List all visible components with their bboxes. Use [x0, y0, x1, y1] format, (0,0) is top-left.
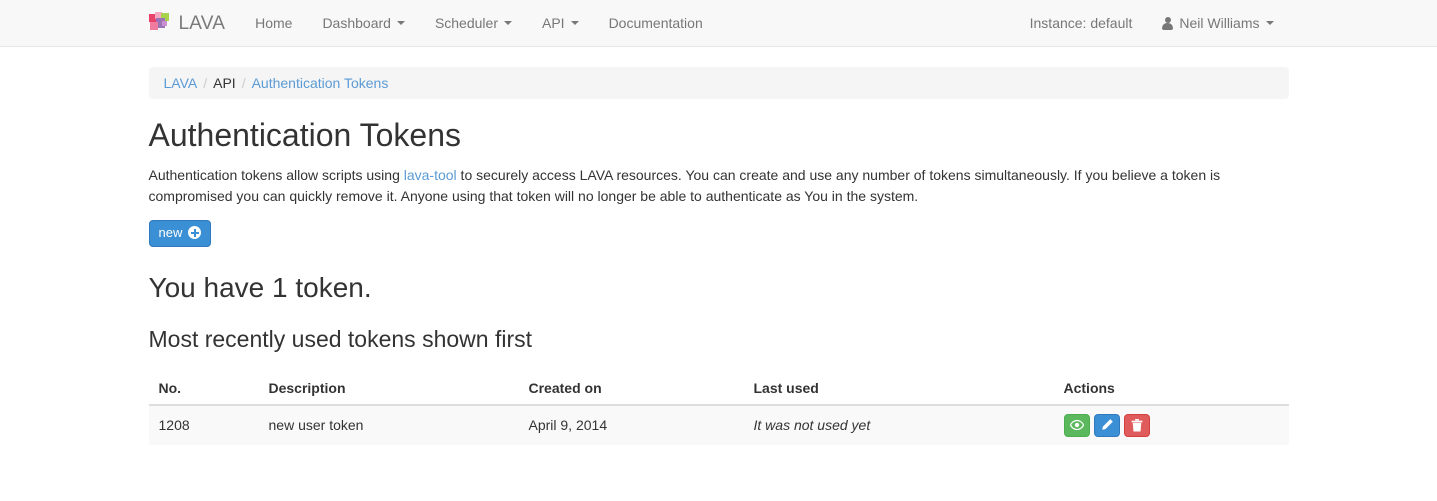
chevron-down-icon: [1266, 21, 1274, 25]
nav-item-api[interactable]: API: [527, 0, 594, 46]
nav-item-scheduler-label: Scheduler: [435, 15, 498, 31]
breadcrumb-item-authentication-tokens[interactable]: Authentication Tokens: [252, 75, 389, 91]
brand-label: LAVA: [179, 14, 226, 33]
view-token-button[interactable]: [1064, 414, 1090, 437]
description-text-before: Authentication tokens allow scripts usin…: [149, 167, 404, 183]
column-header-actions: Actions: [1054, 372, 1289, 405]
column-header-last-used: Last used: [744, 372, 1054, 405]
tokens-table-header-row: No. Description Created on Last used Act…: [149, 372, 1289, 405]
user-menu[interactable]: Neil Williams: [1147, 0, 1288, 46]
tokens-table-head: No. Description Created on Last used Act…: [149, 372, 1289, 405]
nav-item-home-label: Home: [255, 15, 292, 31]
token-count-title: You have 1 token.: [149, 273, 1289, 304]
lava-logo-icon: [149, 12, 171, 34]
new-token-button-label: new: [159, 225, 183, 241]
table-row: 1208 new user token April 9, 2014 It was…: [149, 405, 1289, 445]
page-title: Authentication Tokens: [149, 118, 1289, 153]
user-icon: [1162, 17, 1173, 30]
plus-circle-icon: [188, 226, 201, 239]
nav-item-dashboard[interactable]: Dashboard: [307, 0, 420, 46]
cell-token-created-on: April 9, 2014: [519, 405, 744, 445]
chevron-down-icon: [397, 21, 405, 25]
pencil-icon: [1100, 419, 1113, 432]
nav-item-dashboard-label: Dashboard: [322, 15, 391, 31]
action-button-group: [1064, 414, 1281, 437]
cell-token-actions: [1054, 405, 1289, 445]
column-header-description: Description: [259, 372, 519, 405]
nav-item-documentation[interactable]: Documentation: [594, 0, 718, 46]
breadcrumb-item-api: API: [213, 75, 236, 91]
breadcrumb-separator: /: [236, 75, 252, 91]
page-container: LAVA / API / Authentication Tokens Authe…: [149, 67, 1289, 445]
nav-item-documentation-label: Documentation: [609, 15, 703, 31]
breadcrumb-separator: /: [197, 75, 213, 91]
chevron-down-icon: [571, 21, 579, 25]
token-sort-subtitle: Most recently used tokens shown first: [149, 327, 1289, 352]
eye-icon: [1070, 419, 1084, 431]
breadcrumb: LAVA / API / Authentication Tokens: [149, 67, 1289, 99]
cell-token-description: new user token: [259, 405, 519, 445]
cell-token-last-used: It was not used yet: [744, 405, 1054, 445]
edit-token-button[interactable]: [1094, 414, 1120, 437]
main-navbar: LAVA Home Dashboard Scheduler API Docume…: [0, 0, 1437, 47]
nav-item-api-label: API: [542, 15, 565, 31]
page-description: Authentication tokens allow scripts usin…: [149, 165, 1289, 206]
cell-token-no: 1208: [149, 405, 259, 445]
delete-token-button[interactable]: [1124, 414, 1150, 437]
column-header-created-on: Created on: [519, 372, 744, 405]
trash-icon: [1131, 419, 1143, 432]
tokens-table: No. Description Created on Last used Act…: [149, 372, 1289, 445]
column-header-no: No.: [149, 372, 259, 405]
nav-item-scheduler[interactable]: Scheduler: [420, 0, 527, 46]
chevron-down-icon: [504, 21, 512, 25]
nav-item-home[interactable]: Home: [240, 0, 307, 46]
tokens-table-body: 1208 new user token April 9, 2014 It was…: [149, 405, 1289, 445]
user-menu-label: Neil Williams: [1179, 15, 1259, 31]
lava-tool-link[interactable]: lava-tool: [404, 167, 457, 183]
instance-label: Instance: default: [1015, 0, 1148, 46]
breadcrumb-item-lava[interactable]: LAVA: [164, 75, 198, 91]
brand-link[interactable]: LAVA: [149, 0, 241, 46]
new-token-button[interactable]: new: [149, 220, 212, 247]
